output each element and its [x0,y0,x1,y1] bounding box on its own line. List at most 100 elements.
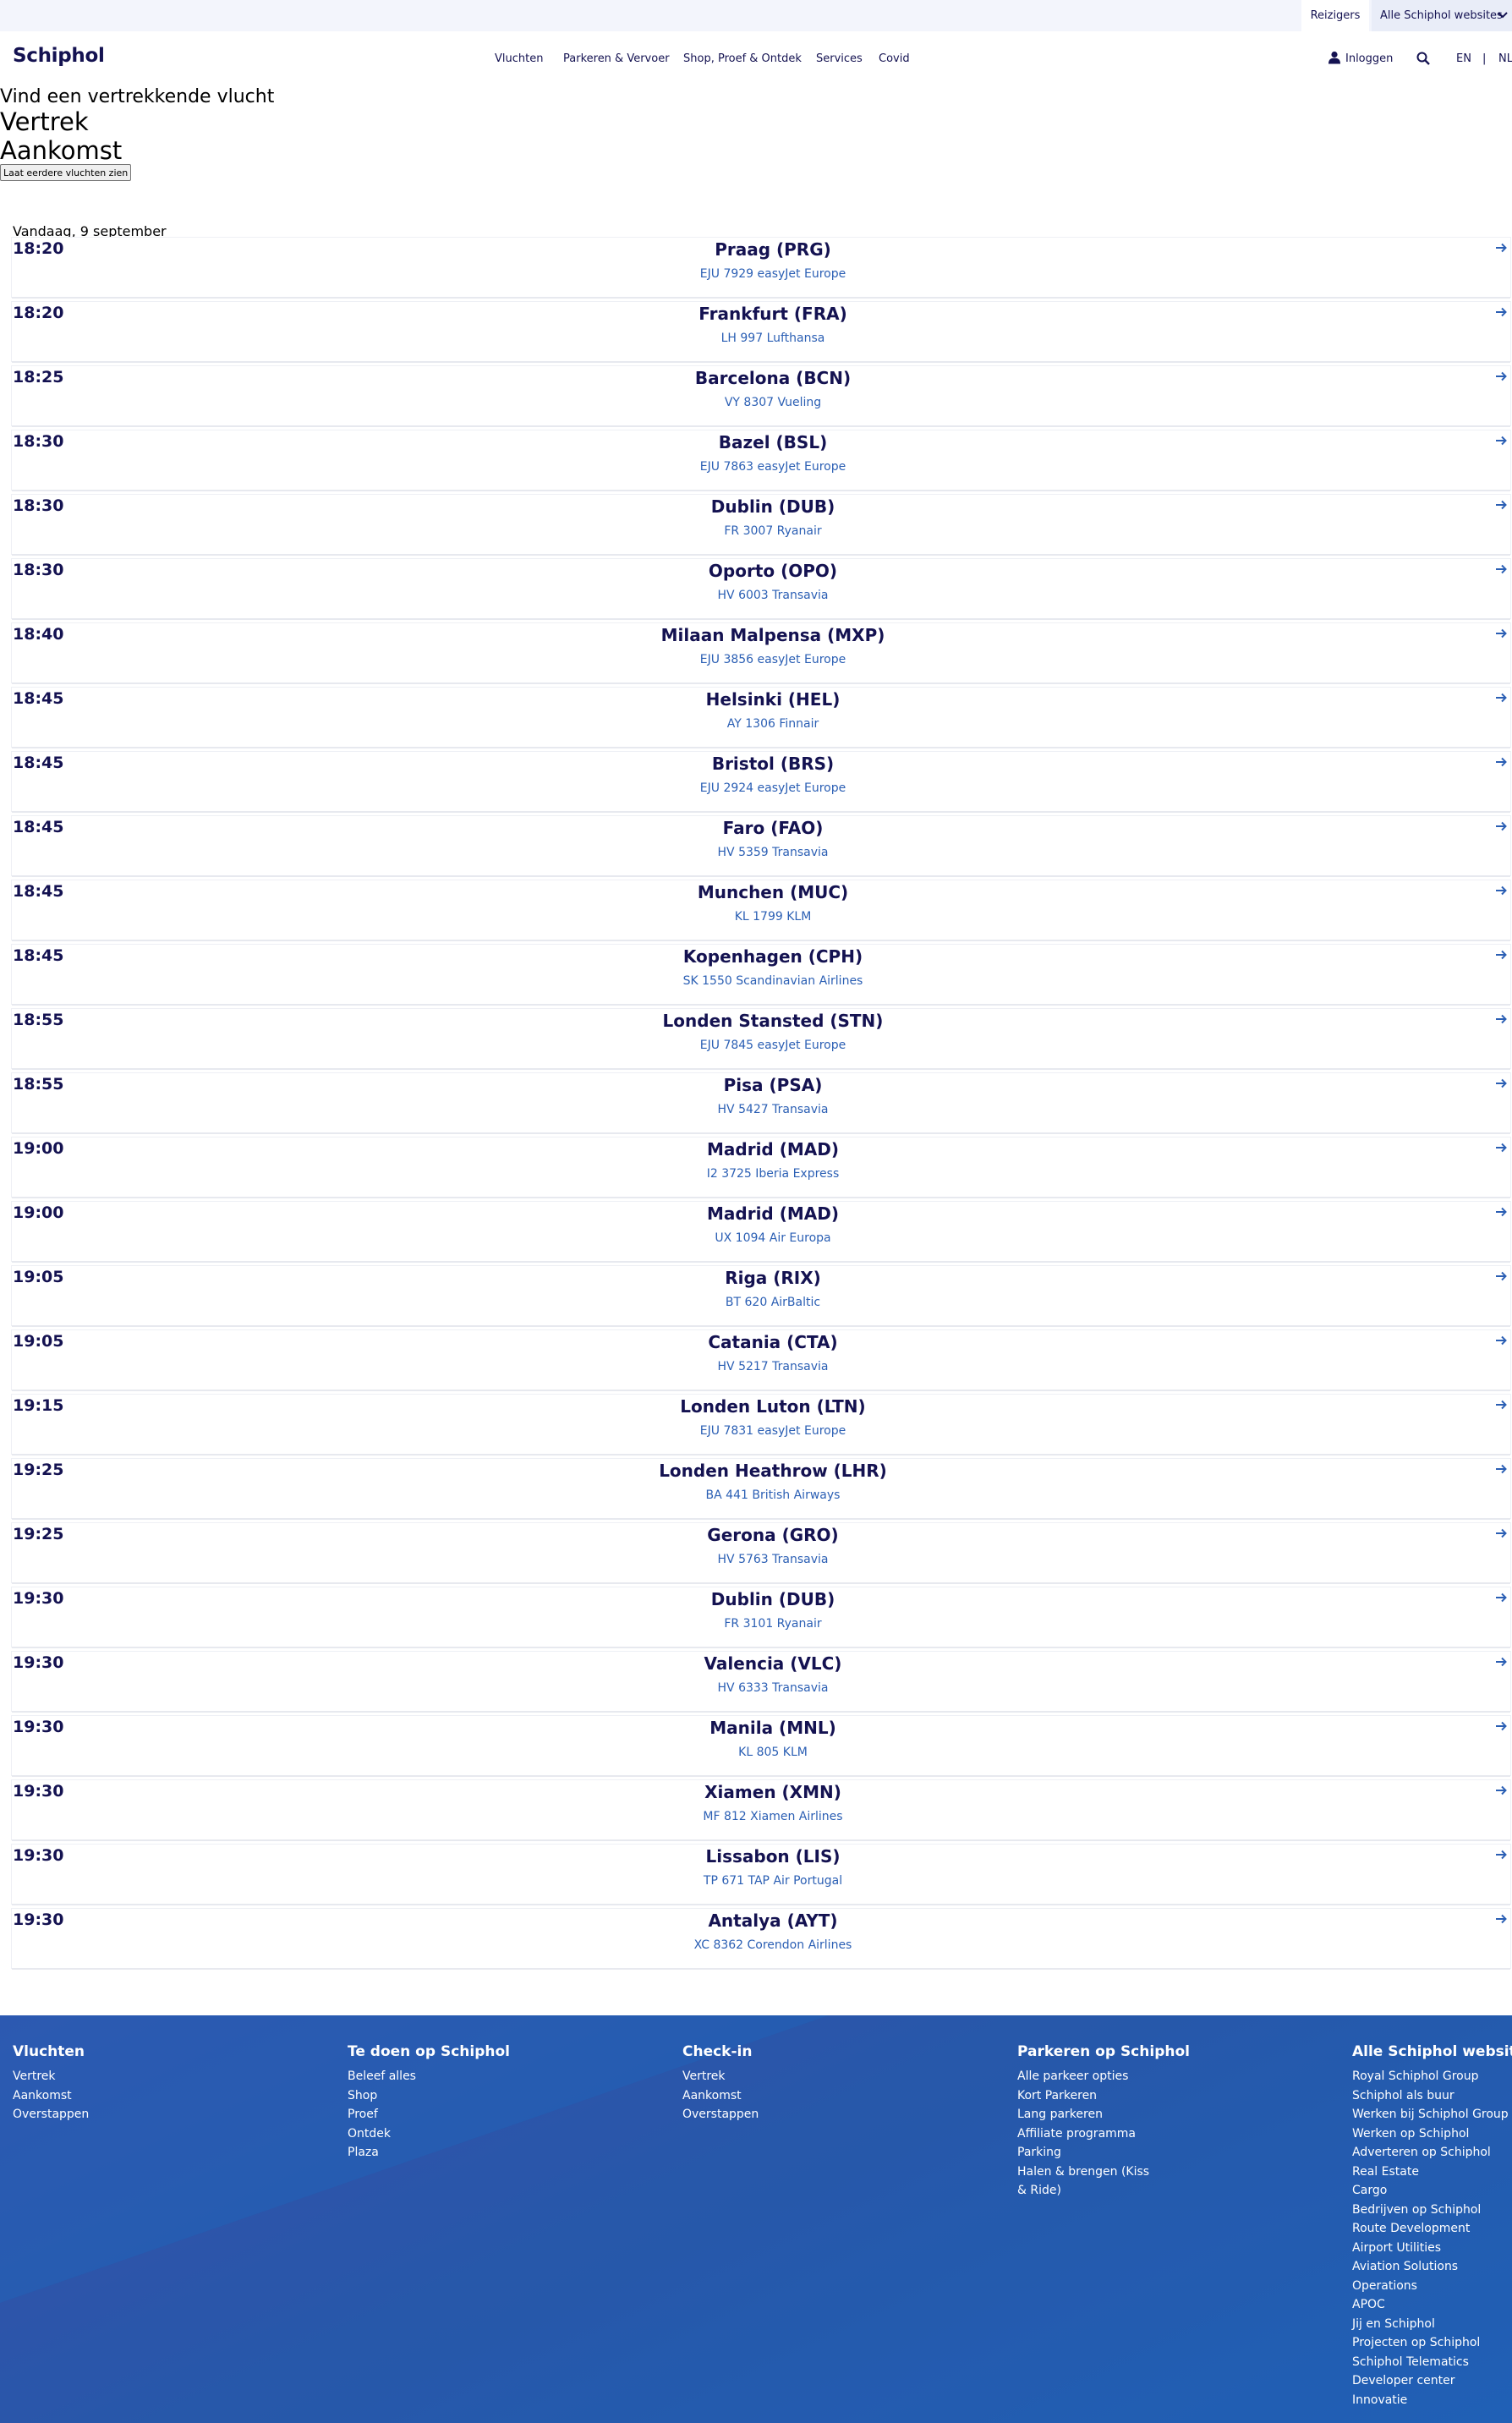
arrow-right-icon [1496,1914,1507,1924]
flight-row[interactable]: 19:05 Riga (RIX) BT 620 AirBaltic [12,1266,1510,1325]
footer-link[interactable]: Operations [1352,2277,1512,2296]
flight-row[interactable]: 18:30 Bazel (BSL) EJU 7863 easyJet Europ… [12,430,1510,490]
flight-row[interactable]: 19:30 Antalya (AYT) XC 8362 Corendon Air… [12,1909,1510,1968]
flight-row[interactable]: 18:45 Kopenhagen (CPH) SK 1550 Scandinav… [12,945,1510,1004]
footer-link[interactable]: Schiphol Telematics [1352,2353,1512,2372]
footer-link[interactable]: Proef [348,2105,510,2124]
footer-link[interactable]: Shop [348,2086,510,2106]
flight-info: AY 1306 Finnair [726,717,819,731]
flight-row[interactable]: 18:55 Londen Stansted (STN) EJU 7845 eas… [12,1009,1510,1068]
arrow-right-icon [1496,1657,1507,1667]
footer-link[interactable]: Halen & brengen (Kiss & Ride) [1017,2163,1161,2201]
flight-row[interactable]: 18:20 Praag (PRG) EJU 7929 easyJet Europ… [12,238,1510,297]
footer-link[interactable]: Vertrek [13,2067,89,2086]
footer-link[interactable]: Adverteren op Schiphol [1352,2143,1512,2163]
schiphol-logo[interactable]: Schiphol [13,45,105,67]
footer-link[interactable]: Plaza [348,2143,510,2163]
footer-link[interactable]: Overstappen [682,2105,759,2124]
flight-row[interactable]: 18:20 Frankfurt (FRA) LH 997 Lufthansa [12,302,1510,361]
flight-row[interactable]: 18:45 Faro (FAO) HV 5359 Transavia [12,816,1510,875]
flight-row[interactable]: 18:30 Dublin (DUB) FR 3007 Ryanair [12,495,1510,554]
arrow-right-icon [1496,1400,1507,1410]
flight-info: KL 805 KLM [738,1746,808,1759]
search-icon[interactable] [1416,52,1430,65]
footer-link[interactable]: Werken bij Schiphol Group [1352,2105,1512,2124]
nav-parkeren-vervoer[interactable]: Parkeren & Vervoer [563,52,670,65]
footer-col-title: Vluchten [13,2043,85,2060]
flight-destination: Catania (CTA) [708,1332,838,1352]
show-earlier-flights-button[interactable]: Laat eerdere vluchten zien [0,164,132,181]
footer-link[interactable]: Aviation Solutions [1352,2257,1512,2277]
footer-link[interactable]: Real Estate [1352,2163,1512,2182]
footer-col-check-in: Check-in Vertrek Aankomst Overstappen [682,2043,759,2124]
all-websites-dropdown[interactable]: Alle Schiphol websites [1372,0,1512,31]
flight-destination: Londen Luton (LTN) [680,1396,866,1417]
chevron-down-icon [1498,12,1508,19]
footer-link[interactable]: Ontdek [348,2124,510,2144]
flight-row[interactable]: 19:30 Lissabon (LIS) TP 671 TAP Air Port… [12,1845,1510,1904]
flight-info: LH 997 Lufthansa [720,332,825,345]
nav-vluchten[interactable]: Vluchten [495,52,543,65]
flight-row[interactable]: 18:55 Pisa (PSA) HV 5427 Transavia [12,1073,1510,1132]
flight-destination: Praag (PRG) [715,239,831,260]
footer-link[interactable]: Affiliate programma [1017,2124,1190,2144]
arrow-right-icon [1496,885,1507,896]
flight-row[interactable]: 19:30 Dublin (DUB) FR 3101 Ryanair [12,1587,1510,1647]
footer-link[interactable]: Aankomst [13,2086,89,2106]
footer-link[interactable]: Overstappen [13,2105,89,2124]
footer-link[interactable]: Bedrijven op Schiphol [1352,2201,1512,2220]
flight-row[interactable]: 18:45 Helsinki (HEL) AY 1306 Finnair [12,688,1510,747]
tab-departures[interactable]: Vertrek [0,107,89,136]
flight-row[interactable]: 19:00 Madrid (MAD) UX 1094 Air Europa [12,1202,1510,1261]
flight-row[interactable]: 18:45 Bristol (BRS) EJU 2924 easyJet Eur… [12,752,1510,811]
footer-link[interactable]: Lang parkeren [1017,2105,1190,2124]
footer-link[interactable]: Innovatie [1352,2391,1512,2410]
footer-link[interactable]: Cargo [1352,2181,1512,2201]
footer-link[interactable]: Developer center [1352,2371,1512,2391]
page-title: Vind een vertrekkende vlucht [0,86,275,107]
flight-destination: Madrid (MAD) [707,1203,839,1224]
flight-row[interactable]: 18:30 Oporto (OPO) HV 6003 Transavia [12,559,1510,618]
lang-en[interactable]: EN [1456,52,1471,65]
footer-link[interactable]: Projecten op Schiphol [1352,2333,1512,2353]
nav-services[interactable]: Services [816,52,863,65]
arrow-right-icon [1496,1143,1507,1153]
flight-destination: Valencia (VLC) [704,1653,842,1674]
footer-link[interactable]: Beleef alles [348,2067,510,2086]
footer-link[interactable]: Vertrek [682,2067,759,2086]
flight-info: EJU 7831 easyJet Europe [699,1424,846,1438]
flight-row[interactable]: 19:25 Londen Heathrow (LHR) BA 441 Briti… [12,1459,1510,1518]
travelers-tab[interactable]: Reizigers [1301,0,1369,31]
footer-col-title: Check-in [682,2043,753,2060]
flight-row[interactable]: 19:00 Madrid (MAD) I2 3725 Iberia Expres… [12,1137,1510,1197]
flight-info: HV 6003 Transavia [717,589,829,602]
nav-shop-proef-ontdek[interactable]: Shop, Proef & Ontdek [683,52,802,65]
flight-row[interactable]: 19:25 Gerona (GRO) HV 5763 Transavia [12,1523,1510,1582]
flight-row[interactable]: 18:25 Barcelona (BCN) VY 8307 Vueling [12,366,1510,425]
flight-row[interactable]: 19:05 Catania (CTA) HV 5217 Transavia [12,1330,1510,1390]
flight-row[interactable]: 19:30 Valencia (VLC) HV 6333 Transavia [12,1652,1510,1711]
footer-link[interactable]: Kort Parkeren [1017,2086,1190,2106]
footer-link[interactable]: Parking [1017,2143,1190,2163]
flight-row[interactable]: 19:15 Londen Luton (LTN) EJU 7831 easyJe… [12,1395,1510,1454]
footer-link[interactable]: Aankomst [682,2086,759,2106]
footer-link[interactable]: Route Development [1352,2219,1512,2239]
nav-covid[interactable]: Covid [879,52,910,65]
flight-row[interactable]: 19:30 Xiamen (XMN) MF 812 Xiamen Airline… [12,1780,1510,1839]
footer-link[interactable]: Jij en Schiphol [1352,2315,1512,2334]
flight-info: MF 812 Xiamen Airlines [703,1810,843,1823]
footer-link[interactable]: Alle parkeer opties [1017,2067,1190,2086]
tab-arrivals[interactable]: Aankomst [0,136,122,165]
flight-row[interactable]: 19:30 Manila (MNL) KL 805 KLM [12,1716,1510,1775]
footer-link[interactable]: APOC [1352,2295,1512,2315]
flight-row[interactable]: 18:45 Munchen (MUC) KL 1799 KLM [12,880,1510,940]
footer-link[interactable]: Werken op Schiphol [1352,2124,1512,2144]
lang-nl[interactable]: NL [1498,52,1512,65]
footer-link[interactable]: Schiphol als buur [1352,2086,1512,2106]
footer-link[interactable]: Airport Utilities [1352,2239,1512,2258]
arrow-right-icon [1496,1014,1507,1024]
flight-row[interactable]: 18:40 Milaan Malpensa (MXP) EJU 3856 eas… [12,623,1510,682]
arrow-right-icon [1496,1078,1507,1088]
footer-link[interactable]: Royal Schiphol Group [1352,2067,1512,2086]
flight-destination: Barcelona (BCN) [694,368,852,388]
